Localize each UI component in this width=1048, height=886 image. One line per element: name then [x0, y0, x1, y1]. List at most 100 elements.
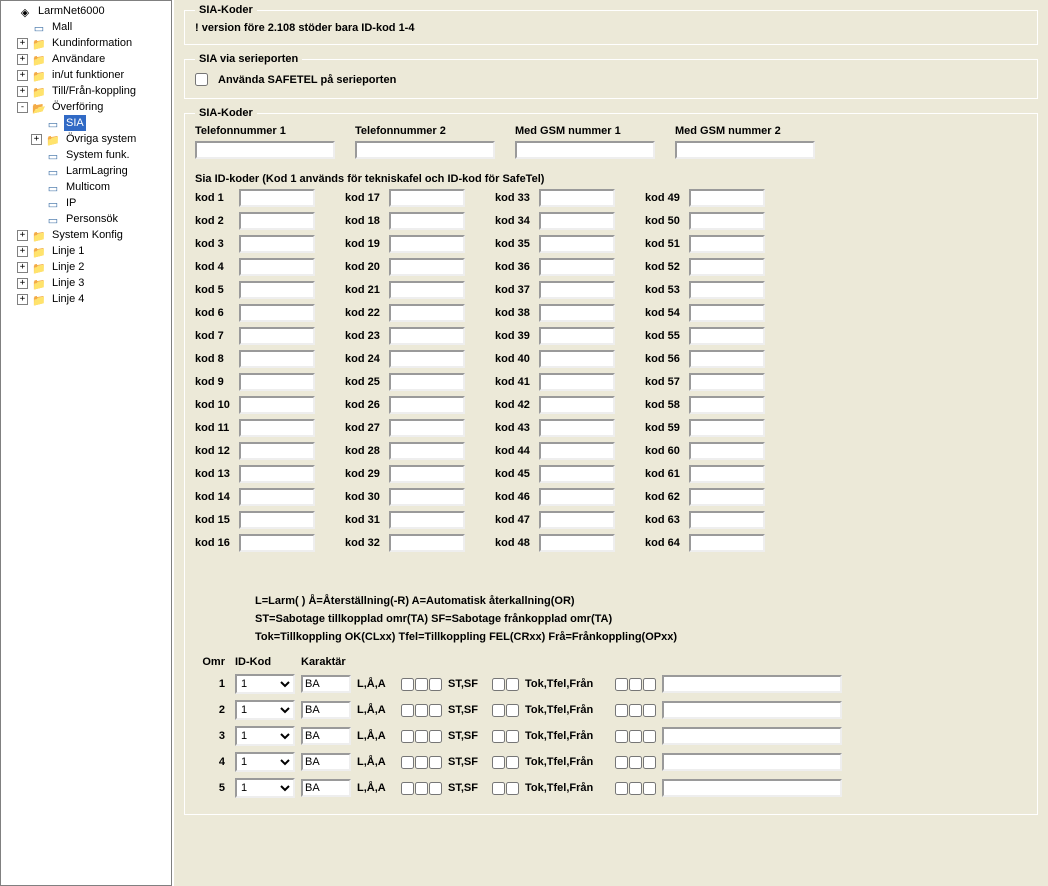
kod-input-40[interactable]	[539, 350, 615, 368]
tree-label[interactable]: Personsök	[64, 211, 120, 227]
laa-checkbox[interactable]	[429, 782, 442, 795]
karaktar-input[interactable]	[301, 753, 351, 771]
kod-input-61[interactable]	[689, 465, 765, 483]
kod-input-11[interactable]	[239, 419, 315, 437]
kod-input-48[interactable]	[539, 534, 615, 552]
kod-input-4[interactable]	[239, 258, 315, 276]
safetel-checkbox[interactable]	[195, 73, 208, 86]
kod-input-45[interactable]	[539, 465, 615, 483]
kod-input-23[interactable]	[389, 327, 465, 345]
kod-input-36[interactable]	[539, 258, 615, 276]
omr-tail-input[interactable]	[662, 675, 842, 693]
phone-input-4[interactable]	[675, 141, 815, 159]
kod-input-58[interactable]	[689, 396, 765, 414]
tok-checkbox[interactable]	[643, 756, 656, 769]
tree-label[interactable]: LarmLagring	[64, 163, 130, 179]
nav-tree[interactable]: LarmNet6000Mall+Kundinformation+Användar…	[0, 0, 172, 886]
kod-input-26[interactable]	[389, 396, 465, 414]
collapse-icon[interactable]: -	[17, 102, 28, 113]
kod-input-60[interactable]	[689, 442, 765, 460]
laa-checkbox[interactable]	[415, 782, 428, 795]
kod-input-13[interactable]	[239, 465, 315, 483]
tok-checkbox[interactable]	[629, 756, 642, 769]
kod-input-17[interactable]	[389, 189, 465, 207]
tree-item[interactable]: LarmNet6000	[1, 3, 171, 19]
laa-checkbox[interactable]	[429, 704, 442, 717]
tree-label[interactable]: Linje 2	[50, 259, 86, 275]
kod-input-20[interactable]	[389, 258, 465, 276]
stsf-checkbox[interactable]	[506, 756, 519, 769]
omr-tail-input[interactable]	[662, 779, 842, 797]
kod-input-19[interactable]	[389, 235, 465, 253]
kod-input-6[interactable]	[239, 304, 315, 322]
tree-item[interactable]: Mall	[1, 19, 171, 35]
karaktar-input[interactable]	[301, 675, 351, 693]
kod-input-5[interactable]	[239, 281, 315, 299]
stsf-checkbox[interactable]	[506, 730, 519, 743]
tree-item[interactable]: Personsök	[1, 211, 171, 227]
tree-label[interactable]: Övriga system	[64, 131, 138, 147]
tree-label[interactable]: in/ut funktioner	[50, 67, 126, 83]
kod-input-39[interactable]	[539, 327, 615, 345]
idkod-select[interactable]: 1	[235, 778, 295, 798]
kod-input-8[interactable]	[239, 350, 315, 368]
laa-checkbox[interactable]	[415, 756, 428, 769]
laa-checkbox[interactable]	[401, 756, 414, 769]
kod-input-42[interactable]	[539, 396, 615, 414]
kod-input-7[interactable]	[239, 327, 315, 345]
tok-checkbox[interactable]	[615, 730, 628, 743]
kod-input-56[interactable]	[689, 350, 765, 368]
kod-input-34[interactable]	[539, 212, 615, 230]
kod-input-47[interactable]	[539, 511, 615, 529]
tree-item[interactable]: +System Konfig	[1, 227, 171, 243]
stsf-checkbox[interactable]	[492, 730, 505, 743]
stsf-checkbox[interactable]	[506, 704, 519, 717]
kod-input-59[interactable]	[689, 419, 765, 437]
tree-item[interactable]: +Kundinformation	[1, 35, 171, 51]
kod-input-57[interactable]	[689, 373, 765, 391]
kod-input-9[interactable]	[239, 373, 315, 391]
kod-input-41[interactable]	[539, 373, 615, 391]
laa-checkbox[interactable]	[415, 730, 428, 743]
stsf-checkbox[interactable]	[506, 678, 519, 691]
kod-input-37[interactable]	[539, 281, 615, 299]
kod-input-50[interactable]	[689, 212, 765, 230]
tree-label[interactable]: Linje 4	[50, 291, 86, 307]
kod-input-15[interactable]	[239, 511, 315, 529]
tok-checkbox[interactable]	[615, 756, 628, 769]
tok-checkbox[interactable]	[643, 782, 656, 795]
kod-input-64[interactable]	[689, 534, 765, 552]
expand-icon[interactable]: +	[31, 134, 42, 145]
tree-label[interactable]: Mall	[50, 19, 74, 35]
stsf-checkbox[interactable]	[492, 782, 505, 795]
expand-icon[interactable]: +	[17, 278, 28, 289]
tree-label[interactable]: Kundinformation	[50, 35, 134, 51]
tree-label[interactable]: Till/Från-koppling	[50, 83, 138, 99]
kod-input-1[interactable]	[239, 189, 315, 207]
tree-label[interactable]: IP	[64, 195, 78, 211]
stsf-checkbox[interactable]	[492, 756, 505, 769]
laa-checkbox[interactable]	[429, 730, 442, 743]
tree-label[interactable]: Multicom	[64, 179, 112, 195]
tree-label[interactable]: Linje 1	[50, 243, 86, 259]
phone-input-1[interactable]	[195, 141, 335, 159]
laa-checkbox[interactable]	[415, 678, 428, 691]
kod-input-31[interactable]	[389, 511, 465, 529]
kod-input-24[interactable]	[389, 350, 465, 368]
tree-label[interactable]: System Konfig	[50, 227, 125, 243]
laa-checkbox[interactable]	[429, 678, 442, 691]
kod-input-28[interactable]	[389, 442, 465, 460]
tok-checkbox[interactable]	[643, 678, 656, 691]
tree-item[interactable]: SIA	[1, 115, 171, 131]
stsf-checkbox[interactable]	[506, 782, 519, 795]
tree-item[interactable]: +Till/Från-koppling	[1, 83, 171, 99]
omr-tail-input[interactable]	[662, 753, 842, 771]
kod-input-16[interactable]	[239, 534, 315, 552]
kod-input-54[interactable]	[689, 304, 765, 322]
tree-item[interactable]: +in/ut funktioner	[1, 67, 171, 83]
tree-label[interactable]: Linje 3	[50, 275, 86, 291]
kod-input-38[interactable]	[539, 304, 615, 322]
expand-icon[interactable]: +	[17, 54, 28, 65]
omr-tail-input[interactable]	[662, 701, 842, 719]
karaktar-input[interactable]	[301, 701, 351, 719]
